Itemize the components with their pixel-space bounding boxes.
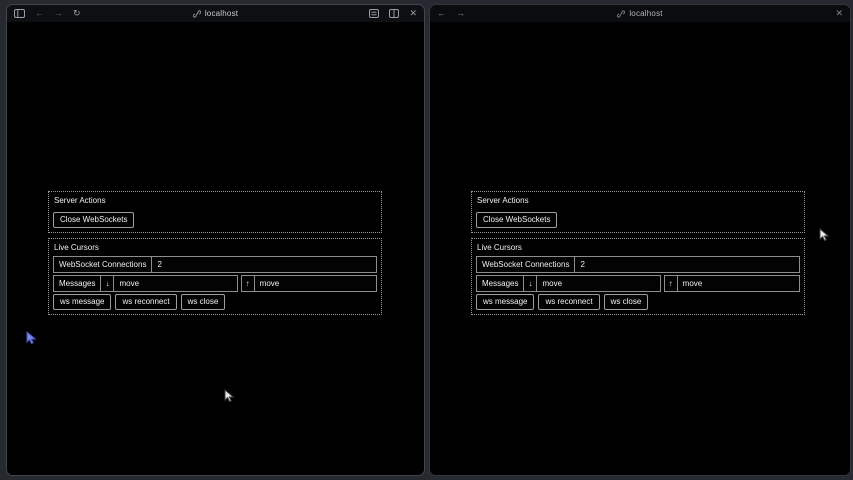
- connections-count: 2: [574, 257, 799, 272]
- titlebar-left: ← → ↻ localhost: [7, 5, 424, 22]
- page-viewport-left: Server Actions Close WebSockets Live Cur…: [7, 22, 424, 475]
- titlebar-right: ← → localhost ✕: [430, 5, 850, 22]
- ws-reconnect-button[interactable]: ws reconnect: [538, 294, 599, 310]
- server-actions-panel: Server Actions Close WebSockets: [471, 191, 805, 233]
- server-actions-legend: Server Actions: [476, 195, 800, 209]
- link-icon: [617, 10, 625, 18]
- live-cursors-panel: Live Cursors WebSocket Connections 2 Mes…: [471, 238, 805, 315]
- reload-icon[interactable]: ↻: [73, 9, 81, 18]
- close-websockets-button[interactable]: Close WebSockets: [476, 212, 557, 228]
- close-websockets-button[interactable]: Close WebSockets: [53, 212, 134, 228]
- server-actions-legend: Server Actions: [53, 195, 377, 209]
- server-actions-panel: Server Actions Close WebSockets: [48, 191, 382, 233]
- live-cursors-legend: Live Cursors: [476, 242, 800, 256]
- page-viewport-right: Server Actions Close WebSockets Live Cur…: [430, 22, 850, 475]
- forward-icon[interactable]: →: [456, 9, 465, 18]
- live-cursors-legend: Live Cursors: [53, 242, 377, 256]
- incoming-arrow-icon: ↓: [523, 276, 536, 291]
- messages-row: Messages ↓ move ↑ move: [476, 275, 800, 292]
- sidebar-toggle-icon[interactable]: [14, 9, 25, 18]
- incoming-message-box: Messages ↓ move: [53, 275, 238, 292]
- incoming-message-box: Messages ↓ move: [476, 275, 661, 292]
- connections-label: WebSocket Connections: [54, 257, 151, 272]
- live-cursors-panel: Live Cursors WebSocket Connections 2 Mes…: [48, 238, 382, 315]
- close-window-icon[interactable]: ✕: [409, 9, 417, 18]
- connections-row: WebSocket Connections 2: [476, 256, 800, 273]
- connections-label: WebSocket Connections: [477, 257, 574, 272]
- nav-controls-right: ← →: [437, 9, 465, 18]
- outgoing-message-value: move: [677, 276, 799, 291]
- incoming-message-value: move: [113, 276, 236, 291]
- url-text: localhost: [205, 9, 238, 18]
- ws-close-button[interactable]: ws close: [181, 294, 226, 310]
- ws-message-button[interactable]: ws message: [476, 294, 534, 310]
- ws-actions-row: ws message ws reconnect ws close: [53, 294, 377, 310]
- outgoing-message-box: ↑ move: [664, 275, 800, 292]
- url-text: localhost: [629, 9, 662, 18]
- ws-close-button[interactable]: ws close: [604, 294, 649, 310]
- browser-window-left: ← → ↻ localhost: [6, 4, 425, 476]
- split-view-icon[interactable]: [389, 9, 399, 18]
- browser-window-right: ← → localhost ✕ Server Actions Close Web…: [429, 4, 851, 476]
- ws-actions-row: ws message ws reconnect ws close: [476, 294, 800, 310]
- back-icon[interactable]: ←: [437, 9, 446, 18]
- window-controls-right: ✕: [835, 9, 843, 18]
- forward-icon[interactable]: →: [54, 9, 63, 18]
- messages-row: Messages ↓ move ↑ move: [53, 275, 377, 292]
- link-icon: [193, 10, 201, 18]
- incoming-arrow-icon: ↓: [100, 276, 113, 291]
- connections-count: 2: [151, 257, 376, 272]
- back-icon[interactable]: ←: [35, 9, 44, 18]
- nav-controls: ← → ↻: [14, 9, 81, 18]
- ws-message-button[interactable]: ws message: [53, 294, 111, 310]
- reader-list-icon[interactable]: [369, 9, 379, 18]
- messages-label: Messages: [54, 276, 100, 291]
- connections-row: WebSocket Connections 2: [53, 256, 377, 273]
- ws-reconnect-button[interactable]: ws reconnect: [115, 294, 176, 310]
- outgoing-arrow-icon: ↑: [242, 276, 254, 291]
- close-window-icon[interactable]: ✕: [835, 9, 843, 18]
- window-controls: ✕: [369, 9, 417, 18]
- outgoing-arrow-icon: ↑: [665, 276, 677, 291]
- outgoing-message-box: ↑ move: [241, 275, 377, 292]
- messages-label: Messages: [477, 276, 523, 291]
- outgoing-message-value: move: [254, 276, 376, 291]
- url-display-right[interactable]: localhost: [430, 5, 850, 22]
- incoming-message-value: move: [536, 276, 659, 291]
